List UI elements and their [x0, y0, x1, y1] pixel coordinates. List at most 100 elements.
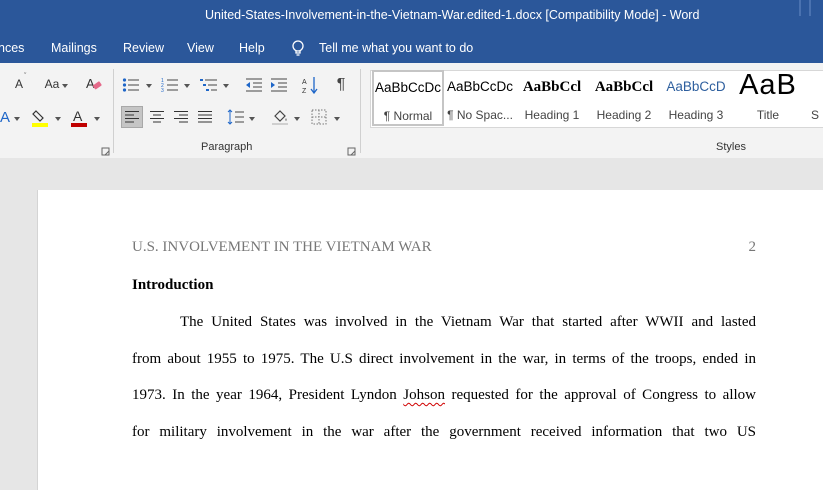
paragraph-group-label: Paragraph	[201, 141, 253, 153]
page-number: 2	[748, 239, 757, 255]
style-sample: AaBbCcl	[522, 79, 582, 95]
shrink-font-button[interactable]: Aˇ	[10, 73, 28, 93]
text-run: requested for the approval of Congress t…	[444, 387, 756, 403]
body-text-line: from about 1955 to 1975. The U.S direct …	[132, 351, 756, 367]
style-sample: AaBbCcDc	[446, 79, 514, 94]
style-name: S	[811, 108, 820, 122]
style-name: ¶ No Spac...	[447, 108, 513, 122]
justify-button[interactable]	[194, 106, 216, 128]
justify-icon	[198, 111, 212, 123]
shading-button[interactable]	[270, 106, 290, 128]
align-center-button[interactable]	[146, 106, 168, 128]
shading-dropdown-icon[interactable]	[294, 117, 300, 121]
style-subtitle[interactable]: S	[804, 71, 823, 125]
ribbon-tab-bar: nces Mailings Review View Help Tell me w…	[0, 34, 823, 63]
style-sample: AaBbCcD	[666, 79, 726, 94]
sort-button[interactable]: A Z	[301, 75, 321, 95]
tab-review[interactable]: Review	[123, 41, 164, 55]
pilcrow-icon: ¶	[336, 76, 346, 93]
tell-me-search[interactable]: Tell me what you want to do	[319, 41, 473, 55]
increase-indent-button[interactable]	[269, 75, 289, 95]
tab-help[interactable]: Help	[239, 41, 265, 55]
line-spacing-button[interactable]	[226, 106, 246, 128]
text-effects-dropdown-icon[interactable]	[14, 117, 20, 121]
body-text-line: 1973. In the year 1964, President Lyndon…	[132, 387, 756, 404]
highlight-color-button[interactable]	[29, 107, 51, 129]
align-left-icon	[125, 111, 139, 123]
title-bar: United-States-Involvement-in-the-Vietnam…	[0, 0, 823, 34]
window-control[interactable]	[795, 0, 823, 34]
style-sample: AaB	[739, 69, 797, 101]
style-title[interactable]: AaB Title	[732, 69, 804, 125]
font-color-icon: A	[71, 108, 87, 127]
body-text-line: for military involvement in the war afte…	[132, 424, 756, 440]
style-name: Heading 1	[524, 108, 580, 122]
paragraph-dialog-launcher-icon[interactable]	[347, 143, 356, 156]
style-sample: AaBbCcl	[594, 79, 654, 95]
align-center-icon	[150, 111, 164, 123]
style-normal[interactable]: AaBbCcDc ¶ Normal	[372, 70, 444, 126]
styles-group-label: Styles	[716, 141, 746, 153]
styles-gallery: AaBbCcDc ¶ Normal AaBbCcDc ¶ No Spac... …	[370, 69, 823, 128]
style-heading-3[interactable]: AaBbCcD Heading 3	[660, 71, 732, 125]
sort-az-icon: A Z	[302, 77, 318, 94]
misspelled-word[interactable]: Johson	[403, 387, 445, 403]
line-spacing-icon	[227, 109, 244, 125]
style-name: Heading 2	[596, 108, 652, 122]
bullet-list-icon	[122, 78, 139, 92]
section-heading: Introduction	[132, 277, 214, 293]
tab-mailings[interactable]: Mailings	[51, 41, 97, 55]
font-dialog-launcher-icon[interactable]	[101, 143, 110, 156]
text-run: 1973. In the year 1964, President Lyndon	[132, 387, 404, 403]
svg-text:A: A	[302, 79, 307, 86]
change-case-label: Aa	[44, 77, 60, 91]
multilevel-list-button[interactable]	[199, 75, 219, 95]
svg-text:Z: Z	[302, 88, 307, 94]
body-text-line: The United States was involved in the Vi…	[180, 314, 756, 330]
style-no-spacing[interactable]: AaBbCcDc ¶ No Spac...	[444, 71, 516, 125]
tab-view[interactable]: View	[187, 41, 214, 55]
font-color-button[interactable]: A	[69, 107, 89, 129]
borders-icon	[311, 109, 327, 125]
style-heading-2[interactable]: AaBbCcl Heading 2	[588, 71, 660, 125]
group-separator	[113, 69, 114, 153]
align-left-button[interactable]	[121, 106, 143, 128]
svg-text:A: A	[73, 108, 83, 124]
increase-indent-icon	[271, 78, 287, 92]
numbering-button[interactable]: 1 2 3	[160, 75, 180, 95]
style-heading-1[interactable]: AaBbCcl Heading 1	[516, 71, 588, 125]
font-color-dropdown-icon[interactable]	[94, 117, 100, 121]
bullets-button[interactable]	[121, 75, 141, 95]
borders-dropdown-icon[interactable]	[334, 117, 340, 121]
decrease-indent-button[interactable]	[244, 75, 264, 95]
document-page[interactable]: U.S. INVOLVEMENT IN THE VIETNAM WAR 2 In…	[37, 190, 823, 490]
highlight-dropdown-icon[interactable]	[55, 117, 61, 121]
line-spacing-dropdown-icon[interactable]	[249, 117, 255, 121]
style-name: ¶ Normal	[383, 109, 433, 123]
clear-formatting-button[interactable]: A	[84, 74, 104, 94]
text-effects-button[interactable]: A	[0, 107, 12, 127]
eraser-icon: A	[86, 76, 102, 91]
style-name: Heading 3	[668, 108, 724, 122]
borders-button[interactable]	[309, 106, 329, 128]
svg-text:3: 3	[161, 88, 164, 93]
style-name: Title	[756, 108, 780, 122]
ribbon: Aˇ Aa A A A 1 2 3 A Z ¶ Paragraph AaBbCc…	[0, 63, 823, 159]
paint-bucket-icon	[272, 110, 288, 125]
group-separator	[360, 69, 361, 153]
show-formatting-button[interactable]: ¶	[332, 75, 350, 95]
multilevel-dropdown-icon[interactable]	[223, 84, 229, 88]
align-right-button[interactable]	[170, 106, 192, 128]
numbering-dropdown-icon[interactable]	[184, 84, 190, 88]
change-case-dropdown-icon[interactable]	[62, 84, 68, 88]
running-head: U.S. INVOLVEMENT IN THE VIETNAM WAR	[132, 239, 432, 255]
align-right-icon	[174, 111, 188, 123]
decrease-indent-icon	[246, 78, 262, 92]
tab-references[interactable]: nces	[0, 41, 24, 55]
lightbulb-icon	[292, 40, 304, 56]
svg-text:A: A	[86, 76, 95, 91]
numbered-list-icon: 1 2 3	[161, 78, 178, 93]
document-area: U.S. INVOLVEMENT IN THE VIETNAM WAR 2 In…	[0, 158, 823, 490]
highlighter-icon	[32, 110, 48, 127]
bullets-dropdown-icon[interactable]	[146, 84, 152, 88]
